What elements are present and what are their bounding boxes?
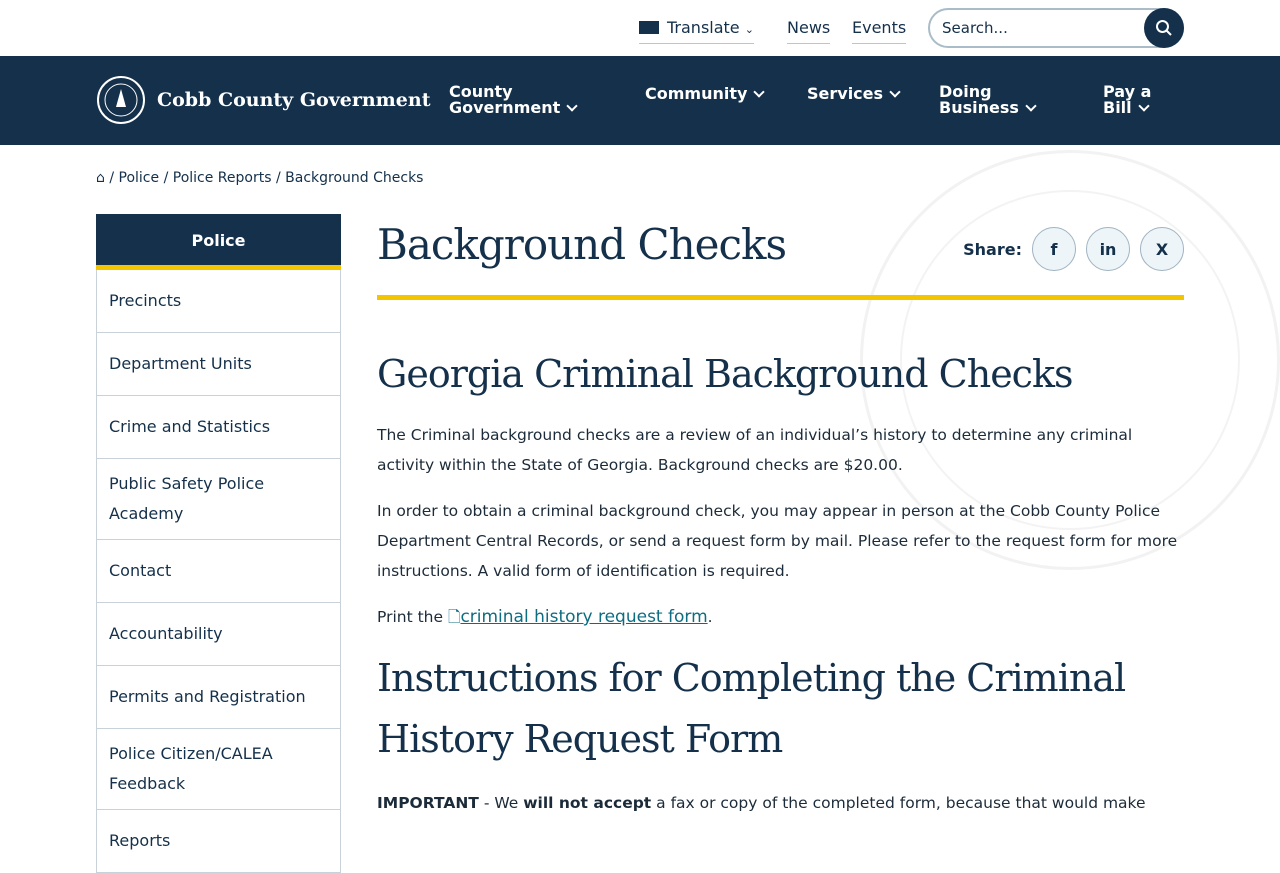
sidebar-nav: Police Precincts Department Units Crime … [96, 214, 341, 873]
translate-button[interactable]: Translate ⌄ [639, 18, 754, 44]
search-box [928, 8, 1184, 48]
chevron-down-icon [889, 86, 901, 98]
brand-name[interactable]: Cobb County Government [157, 89, 430, 111]
share-bar: Share: f in X [963, 227, 1184, 271]
paragraph: In order to obtain a criminal background… [377, 502, 1178, 580]
sidebar-item-calea-feedback[interactable]: Police Citizen/CALEA Feedback [96, 729, 341, 810]
section-heading: Instructions for Completing the Criminal… [377, 656, 1126, 761]
utility-bar: Translate ⌄ News Events [0, 0, 1280, 56]
breadcrumb-current: Background Checks [285, 170, 424, 186]
chevron-down-icon [1137, 100, 1150, 112]
sidebar-item-academy[interactable]: Public Safety Police Academy [96, 459, 341, 540]
title-divider [377, 295, 1184, 300]
sidebar-item-permits[interactable]: Permits and Registration [96, 666, 341, 729]
nav-pay-a-bill[interactable]: Pay a Bill [1103, 84, 1151, 116]
breadcrumb: ⌂ / Police / Police Reports / Background… [96, 170, 424, 186]
nav-community[interactable]: Community [645, 86, 766, 102]
search-input[interactable] [942, 19, 1132, 37]
sidebar-item-contact[interactable]: Contact [96, 540, 341, 603]
section-heading: Georgia Criminal Background Checks [377, 352, 1074, 396]
sidebar-title[interactable]: Police [96, 214, 341, 270]
main-content: Background Checks Share: f in X Georgia … [377, 214, 1184, 834]
linkedin-share-button[interactable]: in [1086, 227, 1130, 271]
chevron-down-icon [1025, 100, 1037, 112]
paragraph: Print the 🗋criminal history request form… [377, 607, 713, 627]
chevron-down-icon: ⌄ [744, 23, 754, 36]
breadcrumb-police[interactable]: Police [119, 170, 160, 186]
x-share-button[interactable]: X [1140, 227, 1184, 271]
translate-icon [639, 21, 659, 34]
paragraph: IMPORTANT - We will not accept a fax or … [377, 794, 1146, 812]
share-label: Share: [963, 239, 1022, 259]
home-icon[interactable]: ⌂ [96, 170, 105, 186]
chevron-down-icon [753, 86, 766, 98]
county-seal-logo[interactable] [96, 75, 146, 125]
paragraph: The Criminal background checks are a rev… [377, 426, 1133, 474]
sidebar-item-crime-statistics[interactable]: Crime and Statistics [96, 396, 341, 459]
facebook-share-button[interactable]: f [1032, 227, 1076, 271]
request-form-link[interactable]: criminal history request form [460, 607, 707, 627]
nav-doing-business[interactable]: Doing Business [939, 84, 1037, 116]
translate-label: Translate [667, 18, 740, 37]
document-icon: 🗋 [447, 608, 461, 626]
x-icon: X [1155, 239, 1169, 259]
search-icon [1156, 20, 1172, 36]
news-link[interactable]: News [787, 18, 831, 44]
breadcrumb-police-reports[interactable]: Police Reports [173, 170, 272, 186]
sidebar-item-accountability[interactable]: Accountability [96, 603, 341, 666]
main-nav: Cobb County Government County Government … [0, 56, 1280, 145]
facebook-icon: f [1050, 239, 1058, 259]
nav-county-government[interactable]: County Government [449, 84, 578, 116]
nav-services[interactable]: Services [807, 86, 901, 102]
events-link[interactable]: Events [852, 18, 907, 44]
sidebar-item-reports[interactable]: Reports [96, 810, 341, 873]
search-button[interactable] [1144, 8, 1184, 48]
sidebar-item-department-units[interactable]: Department Units [96, 333, 341, 396]
sidebar-item-precincts[interactable]: Precincts [96, 270, 341, 333]
linkedin-icon: in [1099, 239, 1117, 259]
chevron-down-icon [566, 100, 578, 112]
